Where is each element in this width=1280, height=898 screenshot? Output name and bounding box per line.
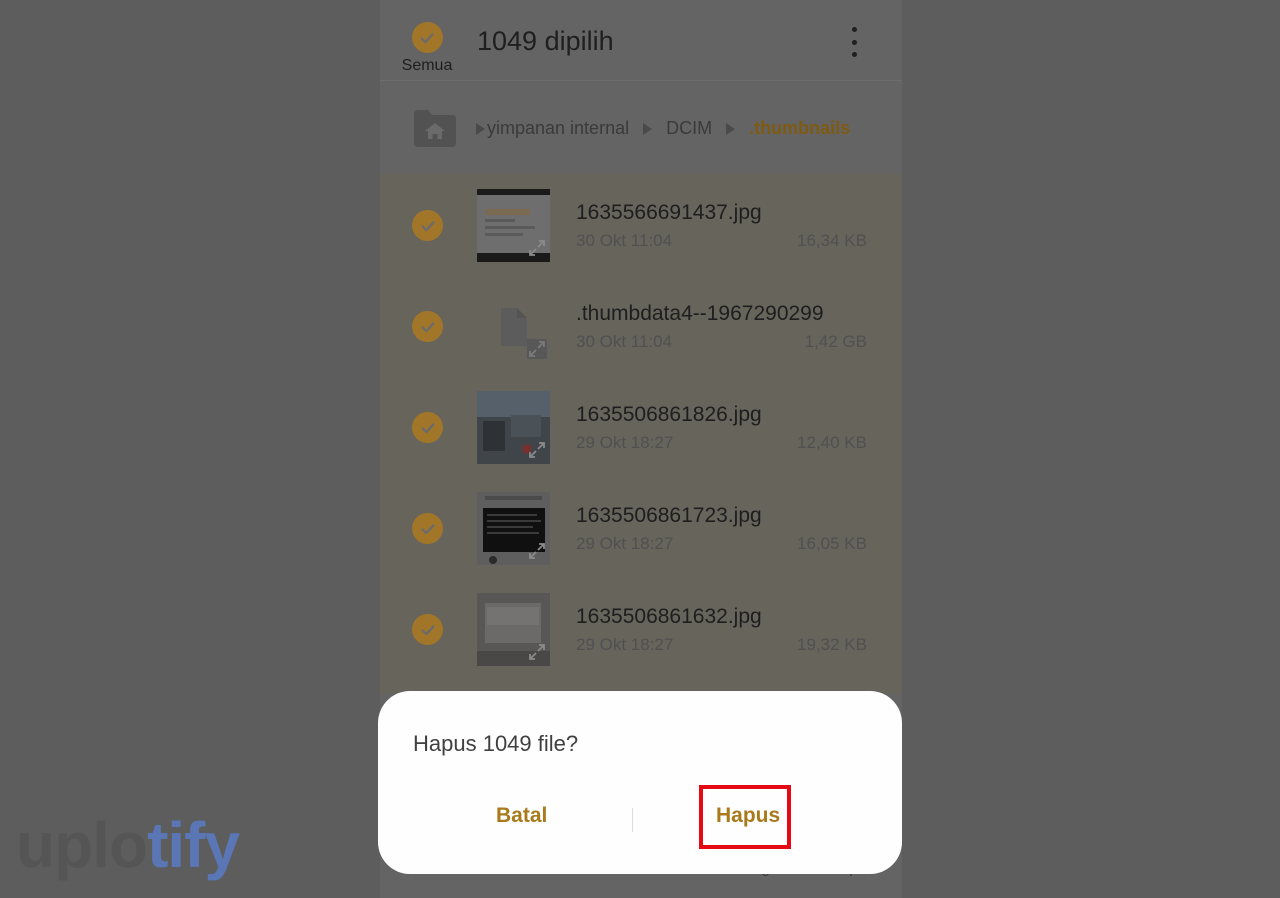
file-date: 30 Okt 11:04: [576, 332, 673, 351]
check-icon[interactable]: [412, 614, 443, 645]
file-row[interactable]: 1635506861826.jpg 29 Okt 18:27 12,40 KB: [380, 376, 902, 476]
watermark-part2: tify: [147, 809, 240, 881]
file-date: 29 Okt 18:27: [576, 635, 674, 654]
chevron-right-icon: [726, 122, 736, 135]
breadcrumb-item-storage[interactable]: yimpanan internal: [487, 118, 629, 139]
file-row[interactable]: 1635506861632.jpg 29 Okt 18:27 19,32 KB: [380, 578, 902, 678]
cancel-button[interactable]: Batal: [496, 804, 547, 828]
file-date: 29 Okt 18:27: [576, 534, 674, 553]
watermark-part1: uplo: [16, 809, 148, 881]
select-all-toggle[interactable]: Semua: [398, 22, 456, 75]
breadcrumb-item-thumbnails[interactable]: .thumbnails: [749, 118, 850, 139]
file-name: 1635506861632.jpg: [576, 605, 762, 628]
dialog-message: Hapus 1049 file?: [413, 731, 579, 756]
file-thumbnail: [477, 391, 550, 464]
select-all-label: Semua: [401, 57, 453, 74]
home-folder-icon[interactable]: [412, 108, 458, 148]
file-name: .thumbdata4--1967290299: [576, 302, 824, 325]
file-row[interactable]: 1635506861723.jpg 29 Okt 18:27 16,05 KB: [380, 477, 902, 577]
highlight-box: [699, 785, 791, 849]
check-icon[interactable]: [412, 311, 443, 342]
file-size: 16,05 KB: [797, 534, 867, 553]
check-icon[interactable]: [412, 412, 443, 443]
button-divider: [632, 808, 633, 832]
expand-icon: [529, 442, 545, 458]
file-size: 16,34 KB: [797, 231, 867, 250]
more-vertical-icon[interactable]: [844, 27, 864, 57]
watermark-logo: uplotify: [16, 808, 240, 882]
chevron-right-icon: [476, 122, 485, 135]
file-size: 1,42 GB: [804, 332, 867, 351]
file-list: 1635566691437.jpg 30 Okt 11:04 16,34 KB …: [380, 174, 902, 694]
file-name: 1635566691437.jpg: [576, 201, 762, 224]
expand-icon: [529, 644, 545, 660]
file-name: 1635506861826.jpg: [576, 403, 762, 426]
check-icon[interactable]: [412, 513, 443, 544]
delete-confirm-dialog: Hapus 1049 file? Batal Hapus: [378, 691, 902, 874]
file-thumbnail: [477, 290, 550, 363]
file-name: 1635506861723.jpg: [576, 504, 762, 527]
file-thumbnail: [477, 189, 550, 262]
page-title: 1049 dipilih: [477, 26, 614, 56]
selection-header: Semua 1049 dipilih: [380, 0, 902, 81]
file-date: 29 Okt 18:27: [576, 433, 674, 452]
file-thumbnail: [477, 492, 550, 565]
check-icon[interactable]: [412, 210, 443, 241]
file-row[interactable]: .thumbdata4--1967290299 30 Okt 11:04 1,4…: [380, 275, 902, 375]
check-icon: [411, 22, 443, 53]
chevron-right-icon: [643, 122, 653, 135]
breadcrumb: yimpanan internal DCIM .thumbnails: [380, 100, 902, 156]
file-size: 12,40 KB: [797, 433, 867, 452]
file-thumbnail: [477, 593, 550, 666]
expand-icon: [529, 240, 545, 256]
expand-icon: [527, 339, 547, 359]
file-row[interactable]: 1635566691437.jpg 30 Okt 11:04 16,34 KB: [380, 174, 902, 274]
breadcrumb-item-dcim[interactable]: DCIM: [666, 118, 712, 139]
file-size: 19,32 KB: [797, 635, 867, 654]
expand-icon: [529, 543, 545, 559]
file-date: 30 Okt 11:04: [576, 231, 673, 250]
